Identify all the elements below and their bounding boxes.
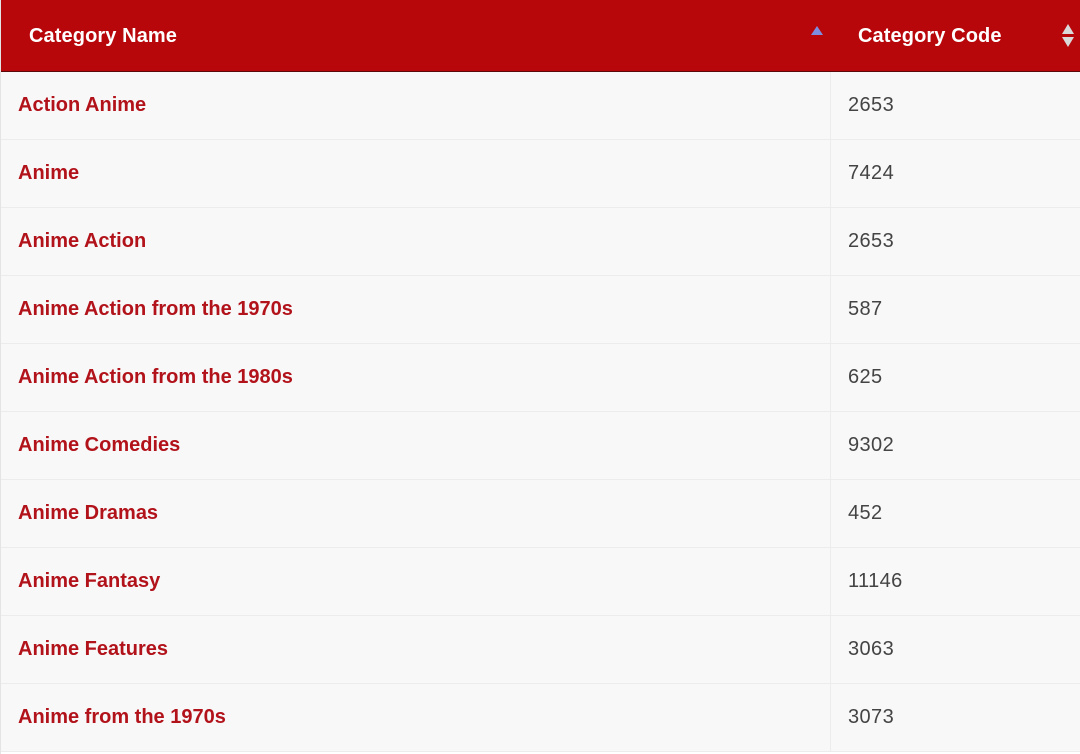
category-code-cell: 11146 bbox=[830, 548, 1080, 615]
column-header-category-name[interactable]: Category Name bbox=[29, 0, 177, 72]
sort-down-arrow-icon bbox=[1062, 37, 1074, 47]
category-code-cell: 452 bbox=[830, 480, 1080, 547]
category-code-cell: 9302 bbox=[830, 412, 1080, 479]
column-header-category-code[interactable]: Category Code bbox=[858, 0, 1002, 72]
category-code-cell: 7424 bbox=[830, 140, 1080, 207]
category-name-link[interactable]: Anime Fantasy bbox=[18, 548, 160, 615]
category-name-link[interactable]: Anime Dramas bbox=[18, 480, 158, 547]
category-table: Category Name Category Code Action Anime… bbox=[0, 0, 1080, 754]
table-row: Anime Action 2653 bbox=[1, 208, 1080, 276]
table-row: Anime Dramas 452 bbox=[1, 480, 1080, 548]
table-row: Anime Action from the 1980s 625 bbox=[1, 344, 1080, 412]
table-row: Anime 7424 bbox=[1, 140, 1080, 208]
table-row: Anime Comedies 9302 bbox=[1, 412, 1080, 480]
category-code-cell: 3063 bbox=[830, 616, 1080, 683]
category-code-cell: 2653 bbox=[830, 208, 1080, 275]
category-name-link[interactable]: Anime Action from the 1980s bbox=[18, 344, 293, 411]
sort-up-arrow-icon bbox=[1062, 24, 1074, 34]
sort-ascending-icon[interactable] bbox=[811, 26, 823, 35]
category-name-link[interactable]: Anime from the 1970s bbox=[18, 684, 226, 751]
table-row: Anime Features 3063 bbox=[1, 616, 1080, 684]
table-row: Action Anime 2653 bbox=[1, 72, 1080, 140]
category-code-cell: 587 bbox=[830, 276, 1080, 343]
sort-both-icon[interactable] bbox=[1061, 24, 1075, 48]
category-code-cell: 3073 bbox=[830, 684, 1080, 751]
table-row: Anime from the 1970s 3073 bbox=[1, 684, 1080, 752]
category-name-link[interactable]: Anime Comedies bbox=[18, 412, 180, 479]
table-row: Anime Fantasy 11146 bbox=[1, 548, 1080, 616]
table-row: Anime Action from the 1970s 587 bbox=[1, 276, 1080, 344]
category-code-cell: 2653 bbox=[830, 72, 1080, 139]
category-name-link[interactable]: Anime Action bbox=[18, 208, 146, 275]
category-name-link[interactable]: Anime Action from the 1970s bbox=[18, 276, 293, 343]
category-name-link[interactable]: Action Anime bbox=[18, 72, 146, 139]
table-header: Category Name Category Code bbox=[1, 0, 1080, 72]
category-code-cell: 625 bbox=[830, 344, 1080, 411]
category-name-link[interactable]: Anime Features bbox=[18, 616, 168, 683]
table-body: Action Anime 2653 Anime 7424 Anime Actio… bbox=[1, 72, 1080, 752]
category-name-link[interactable]: Anime bbox=[18, 140, 79, 207]
